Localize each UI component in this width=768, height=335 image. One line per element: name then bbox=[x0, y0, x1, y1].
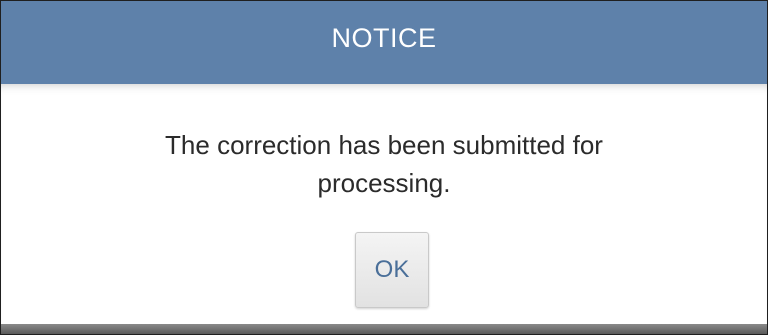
dialog-message: The correction has been submitted for pr… bbox=[1, 126, 767, 202]
ok-button[interactable]: OK bbox=[355, 232, 429, 308]
message-line-2: processing. bbox=[317, 168, 451, 198]
dialog-titlebar: NOTICE bbox=[1, 1, 767, 84]
dialog-content: The correction has been submitted for pr… bbox=[1, 84, 767, 324]
bottom-shadow-bar bbox=[1, 324, 767, 334]
notice-dialog: NOTICE The correction has been submitted… bbox=[0, 0, 768, 335]
message-line-1: The correction has been submitted for bbox=[165, 130, 603, 160]
dialog-title: NOTICE bbox=[331, 23, 437, 53]
